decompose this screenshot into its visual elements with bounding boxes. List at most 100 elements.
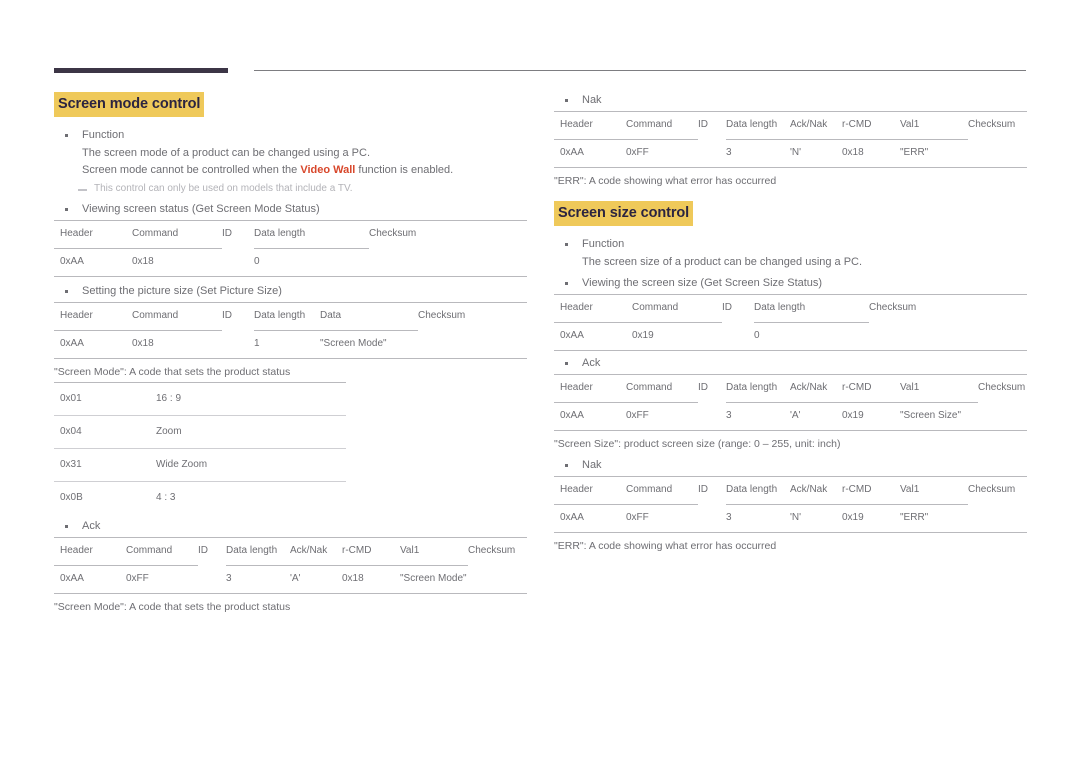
col-header-r-cmd: r-CMD [342, 537, 400, 566]
col-header-data: Data [320, 302, 418, 331]
col-header-ack-nak: Ack/Nak [790, 111, 842, 140]
col-header-header: Header [554, 374, 626, 403]
cell-id-value [698, 403, 726, 431]
get-screen-size-status-table: Header Command ID Data length Checksum 0… [554, 294, 1027, 351]
code-label: 4 : 3 [150, 481, 346, 514]
cell-checksum-value [418, 331, 527, 359]
cell-val1-value: "ERR" [900, 504, 968, 533]
nak-err-caption-top: "ERR": A code showing what error has occ… [554, 175, 777, 187]
bullet-get-screen-size-status: Viewing the screen size (Get Screen Size… [554, 275, 1027, 292]
cell-command-value: 0xFF [626, 504, 698, 533]
nak-err-caption-bottom: "ERR": A code showing what error has occ… [554, 540, 777, 552]
col-header-data-length: Data length [254, 220, 369, 249]
code-value: 0x01 [54, 382, 150, 416]
table-row: 0xAA 0xFF 3 'A' 0x18 "Screen Mode" [54, 565, 527, 594]
col-header-r-cmd: r-CMD [842, 111, 900, 140]
function-description-line-1: The screen mode of a product can be chan… [82, 147, 371, 159]
table-header-row: Header Command ID Data length Checksum [54, 220, 527, 249]
cell-data-length-value: 1 [254, 330, 320, 359]
code-value: 0x0B [54, 481, 150, 514]
bullet-ack: Ack [54, 518, 527, 535]
col-header-id: ID [222, 302, 254, 331]
col-header-val1: Val1 [900, 111, 968, 140]
cell-ack-nak-value: 'A' [790, 402, 842, 431]
col-header-id: ID [698, 374, 726, 403]
cell-id-value [198, 566, 226, 594]
col-header-data-length: Data length [754, 294, 869, 323]
header-accent-bar [54, 68, 228, 73]
cell-val1-value: "Screen Mode" [400, 565, 468, 594]
cell-command-value: 0x19 [632, 322, 722, 351]
page-title-screen-size-control: Screen size control [554, 201, 694, 226]
col-header-checksum: Checksum [869, 294, 1027, 323]
left-column: Screen mode control Function The screen … [54, 92, 527, 615]
col-header-command: Command [626, 374, 698, 403]
nak-table-bottom-wrap: Header Command ID Data length Ack/Nak r-… [554, 476, 1027, 533]
col-header-id: ID [222, 220, 254, 249]
table-header-row: Header Command ID Data length Ack/Nak r-… [54, 537, 527, 566]
cell-checksum-value [968, 505, 1027, 533]
cell-ack-nak-value: 'N' [790, 139, 842, 168]
cell-command-value: 0x18 [132, 330, 222, 359]
get-screen-size-status-table-wrap: Header Command ID Data length Checksum 0… [554, 294, 1027, 351]
col-header-header: Header [54, 537, 126, 566]
col-header-id: ID [198, 537, 226, 566]
table-row: 0xAA 0xFF 3 'A' 0x19 "Screen Size" [554, 402, 1027, 431]
get-screen-mode-status-table-wrap: Header Command ID Data length Checksum 0… [54, 220, 527, 277]
table-row: 0xAA 0x18 0 [54, 248, 527, 277]
cell-ack-nak-value: 'N' [790, 504, 842, 533]
col-header-r-cmd: r-CMD [842, 374, 900, 403]
col-header-val1: Val1 [900, 476, 968, 505]
ack-table-wrap: Header Command ID Data length Ack/Nak r-… [54, 537, 527, 594]
videowall-note-post: function is enabled. [355, 164, 454, 176]
set-picture-size-table-wrap: Header Command ID Data length Data Check… [54, 302, 527, 359]
table-header-row: Header Command ID Data length Data Check… [54, 302, 527, 331]
page-title-screen-mode-control: Screen mode control [54, 92, 205, 117]
table-header-row: Header Command ID Data length Checksum [554, 294, 1027, 323]
col-header-data-length: Data length [726, 476, 790, 505]
col-header-header: Header [554, 476, 626, 505]
col-header-ack-nak: Ack/Nak [790, 476, 842, 505]
videowall-emphasis: Video Wall [300, 164, 356, 176]
code-value: 0x31 [54, 448, 150, 482]
col-header-checksum: Checksum [968, 111, 1027, 140]
col-header-header: Header [554, 294, 632, 323]
table-row: 0xAA 0xFF 3 'N' 0x18 "ERR" [554, 139, 1027, 168]
table-row: 0xAA 0x19 0 [554, 322, 1027, 351]
ack-screen-size-caption: "Screen Size": product screen size (rang… [554, 438, 841, 450]
col-header-ack-nak: Ack/Nak [790, 374, 842, 403]
cell-data-length-value: 0 [254, 248, 369, 277]
cell-id-value [222, 249, 254, 277]
screen-mode-code-caption: "Screen Mode": A code that sets the prod… [54, 366, 291, 378]
cell-id-value [698, 140, 726, 168]
table-header-row: Header Command ID Data length Ack/Nak r-… [554, 111, 1027, 140]
cell-header-value: 0xAA [54, 565, 126, 594]
col-header-header: Header [54, 302, 132, 331]
get-screen-mode-status-table: Header Command ID Data length Checksum 0… [54, 220, 527, 277]
table-header-row: Header Command ID Data length Ack/Nak r-… [554, 374, 1027, 403]
table-row: 0x04 Zoom [54, 415, 346, 449]
bullet-function: Function [554, 236, 1027, 253]
code-label: 16 : 9 [150, 382, 346, 416]
col-header-command: Command [126, 537, 198, 566]
col-header-header: Header [54, 220, 132, 249]
col-header-command: Command [132, 302, 222, 331]
col-header-checksum: Checksum [369, 220, 527, 249]
cell-checksum-value [968, 140, 1027, 168]
col-header-id: ID [698, 476, 726, 505]
col-header-data-length: Data length [726, 374, 790, 403]
col-header-id: ID [698, 111, 726, 140]
cell-r-cmd-value: 0x18 [342, 565, 400, 594]
cell-id-value [722, 323, 754, 351]
bullet-function: Function [54, 127, 527, 144]
ack-table: Header Command ID Data length Ack/Nak r-… [54, 537, 527, 594]
col-header-data-length: Data length [254, 302, 320, 331]
col-header-command: Command [626, 111, 698, 140]
document-page: Screen mode control Function The screen … [0, 0, 1080, 763]
cell-checksum-value [869, 323, 1027, 351]
col-header-data-length: Data length [726, 111, 790, 140]
bullet-ack: Ack [554, 355, 1027, 372]
nak-table-top-wrap: Header Command ID Data length Ack/Nak r-… [554, 111, 1027, 168]
cell-header-value: 0xAA [54, 330, 132, 359]
cell-checksum-value [468, 566, 527, 594]
